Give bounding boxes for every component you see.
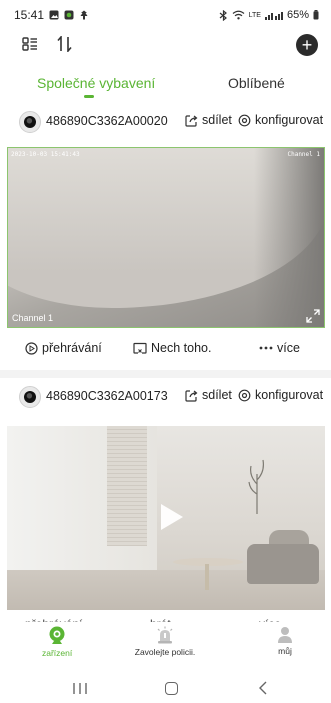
home-icon[interactable]	[165, 682, 178, 695]
play-circle-icon	[25, 341, 38, 355]
share-button[interactable]: sdílet	[185, 388, 232, 402]
osd-channel: Channel 1	[287, 151, 320, 158]
live-video-player[interactable]: 2023-10-03 15:41:43 Channel 1 Channel 1	[7, 147, 325, 328]
playback-button[interactable]: přehrávání	[25, 341, 102, 355]
share-button[interactable]: sdílet	[185, 113, 232, 127]
device-action-row: přehrávání Nech toho. více	[0, 341, 331, 365]
bottom-tab-devices-label: zařízení	[42, 648, 73, 658]
bottom-tab-my[interactable]: můj	[270, 626, 300, 656]
plus-circle-icon: +	[301, 35, 313, 55]
stop-live-label: Nech toho.	[151, 341, 212, 355]
bottom-tab-my-label: můj	[278, 646, 292, 656]
more-dots-icon	[259, 346, 273, 350]
status-right: LTE 65%	[219, 9, 319, 21]
video-thumbnail-player[interactable]	[7, 426, 325, 610]
camera-thumbnail-icon	[19, 386, 41, 408]
back-icon[interactable]	[258, 681, 268, 695]
bottom-tab-bar: zařízení Zavolejte policii. můj	[0, 622, 331, 668]
camera-thumbnail-icon	[19, 111, 41, 133]
video-scene-blind	[107, 426, 147, 546]
share-label: sdílet	[202, 113, 232, 127]
status-left: 15:41	[14, 8, 89, 22]
more-label: více	[277, 341, 300, 355]
bottom-tab-call-police[interactable]: Zavolejte policii.	[133, 626, 197, 657]
system-navigation-bar	[0, 670, 331, 703]
app-notification-icon	[80, 10, 88, 20]
channel-label: Channel 1	[12, 313, 54, 323]
bottom-tab-call-police-label: Zavolejte policii.	[134, 647, 196, 657]
settings-icon	[238, 389, 251, 401]
device-card-header: 486890C3362A00020 sdílet konfigurovat	[0, 107, 331, 137]
sort-icon[interactable]	[57, 36, 73, 52]
more-button[interactable]: více	[259, 341, 300, 355]
bottom-tab-devices[interactable]: zařízení	[42, 626, 72, 658]
camera-app-notification-icon	[64, 10, 74, 20]
device-tabs: Společné vybavení Oblíbené	[0, 75, 331, 103]
gallery-notification-icon	[49, 10, 59, 20]
device-name[interactable]: 486890C3362A00173	[46, 389, 168, 403]
alarm-siren-icon	[157, 626, 173, 644]
bluetooth-icon	[219, 9, 227, 21]
osd-timestamp: 2023-10-03 15:41:43	[11, 151, 80, 158]
add-device-button[interactable]: +	[296, 34, 318, 56]
stop-screen-icon	[133, 342, 147, 354]
share-label: sdílet	[202, 388, 232, 402]
play-video-icon[interactable]	[161, 504, 183, 530]
list-view-icon[interactable]	[22, 36, 38, 52]
settings-icon	[238, 114, 251, 126]
card-divider	[0, 370, 331, 378]
recent-apps-icon[interactable]	[72, 682, 88, 695]
stop-live-button[interactable]: Nech toho.	[133, 341, 211, 355]
device-card: 486890C3362A00020 sdílet konfigurovat 20…	[0, 107, 331, 373]
video-scene-shadow	[254, 148, 324, 327]
fullscreen-expand-icon[interactable]	[306, 309, 320, 323]
tab-favorites[interactable]: Oblíbené	[228, 75, 285, 91]
configure-label: konfigurovat	[255, 113, 324, 127]
tab-shared-devices[interactable]: Společné vybavení	[37, 75, 155, 91]
battery-percent: 65%	[286, 9, 309, 21]
device-card-header: 486890C3362A00173 sdílet konfigurovat	[0, 382, 331, 412]
top-toolbar: +	[0, 34, 331, 58]
share-icon	[185, 389, 198, 402]
device-name[interactable]: 486890C3362A00020	[46, 114, 168, 128]
configure-button[interactable]: konfigurovat	[238, 388, 323, 402]
device-card: 486890C3362A00173 sdílet konfigurovat	[0, 382, 331, 622]
video-scene-table-leg	[205, 564, 209, 590]
configure-label: konfigurovat	[255, 388, 324, 402]
status-bar: 15:41 LTE 65%	[0, 0, 331, 30]
share-icon	[185, 114, 198, 127]
network-type: LTE	[248, 11, 261, 19]
signal-icon	[264, 12, 283, 20]
status-time: 15:41	[14, 8, 45, 22]
video-scene-sofa	[247, 544, 319, 584]
person-icon	[278, 627, 292, 643]
wifi-icon	[232, 10, 245, 20]
battery-icon	[313, 10, 319, 20]
playback-label: přehrávání	[42, 341, 102, 355]
active-tab-indicator	[84, 95, 94, 98]
configure-button[interactable]: konfigurovat	[238, 113, 323, 127]
video-scene-plant	[248, 459, 264, 514]
camera-icon	[49, 626, 65, 644]
